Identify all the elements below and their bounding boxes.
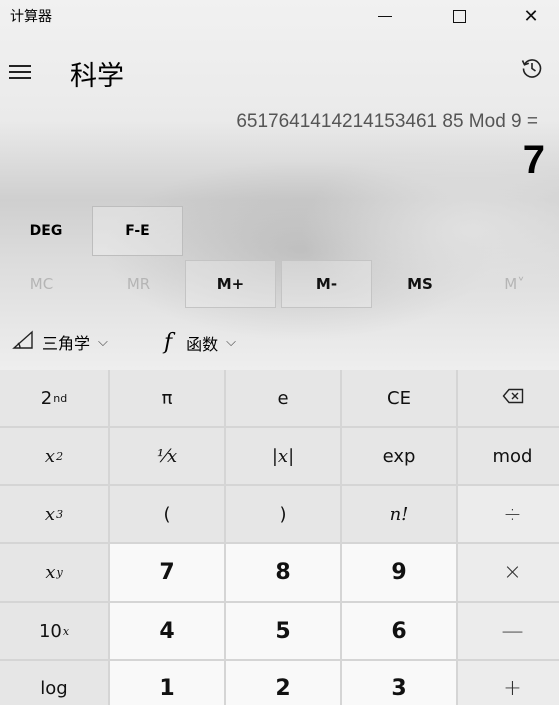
digit-5-key[interactable]: 5	[226, 603, 340, 659]
absolute-value-key[interactable]: |x|	[226, 428, 340, 484]
digit-6-key[interactable]: 6	[342, 603, 456, 659]
result-display: 7	[522, 138, 545, 182]
clear-entry-key[interactable]: CE	[342, 370, 456, 426]
factorial-key[interactable]: n!	[342, 486, 456, 542]
second-function-key[interactable]: 2nd	[0, 370, 108, 426]
mod-key[interactable]: mod	[458, 428, 559, 484]
right-paren-key[interactable]: )	[226, 486, 340, 542]
digit-8-key[interactable]: 8	[226, 544, 340, 601]
digit-4-key[interactable]: 4	[110, 603, 224, 659]
header: 科学	[0, 48, 559, 96]
square-key[interactable]: x2	[0, 428, 108, 484]
close-icon: ✕	[523, 5, 539, 27]
minimize-button[interactable]	[362, 0, 408, 32]
mode-title: 科学	[70, 61, 124, 92]
trigonometry-label: 三角学	[42, 334, 91, 353]
subtract-key[interactable]: —	[458, 603, 559, 659]
digit-1-key[interactable]: 1	[110, 661, 224, 705]
function-dropdown[interactable]: f 函数 ⌵	[164, 330, 236, 355]
title-bar: 计算器 ✕	[0, 0, 559, 32]
digit-3-key[interactable]: 3	[342, 661, 456, 705]
close-button[interactable]: ✕	[508, 0, 554, 32]
backspace-key[interactable]	[458, 370, 559, 426]
trigonometry-dropdown[interactable]: 三角学 ⌵	[12, 330, 108, 354]
memory-clear-button[interactable]: MC	[0, 260, 83, 308]
divide-key[interactable]: ÷	[458, 486, 559, 542]
digit-7-key[interactable]: 7	[110, 544, 224, 601]
chevron-down-icon: ⌵	[98, 334, 108, 350]
backspace-icon	[502, 388, 524, 409]
memory-recall-button[interactable]: MR	[97, 260, 180, 308]
chevron-down-icon: ⌵	[226, 335, 237, 350]
log-key[interactable]: log	[0, 661, 108, 705]
memory-subtract-button[interactable]: M-	[281, 260, 372, 308]
ten-power-key[interactable]: 10 x	[0, 603, 108, 659]
hamburger-menu-icon[interactable]	[9, 58, 33, 82]
reciprocal-key[interactable]: ⅟x	[110, 428, 224, 484]
digit-9-key[interactable]: 9	[342, 544, 456, 601]
exp-key[interactable]: exp	[342, 428, 456, 484]
minimize-icon	[378, 15, 392, 17]
memory-store-button[interactable]: MS	[376, 260, 464, 308]
window-title: 计算器	[10, 9, 52, 25]
digit-2-key[interactable]: 2	[226, 661, 340, 705]
cube-key[interactable]: x3	[0, 486, 108, 542]
power-key[interactable]: xy	[0, 544, 108, 601]
expression-display: 6517641414214153461 85 Mod 9 =	[236, 111, 538, 132]
calculator-window: 计算器 ✕ 科学 6517641414214153461 85 Mod 9 = …	[0, 0, 559, 705]
left-paren-key[interactable]: (	[110, 486, 224, 542]
function-icon: f	[164, 330, 173, 355]
memory-list-button[interactable]: M˅	[470, 260, 559, 308]
deg-button[interactable]: DEG	[0, 206, 92, 256]
multiply-key[interactable]: ×	[458, 544, 559, 601]
fe-button[interactable]: F-E	[92, 206, 183, 256]
e-key[interactable]: e	[226, 370, 340, 426]
function-label: 函数	[186, 334, 219, 354]
maximize-button[interactable]	[436, 0, 482, 32]
add-key[interactable]: +	[458, 661, 559, 705]
pi-key[interactable]: π	[110, 370, 224, 426]
maximize-icon	[452, 9, 466, 23]
triangle-ruler-icon	[12, 330, 34, 354]
keypad: 2nd π e CE x2 ⅟x |x| exp mod x3 ( ) n! ÷…	[0, 370, 559, 705]
history-icon[interactable]	[520, 56, 546, 82]
memory-add-button[interactable]: M+	[185, 260, 276, 308]
